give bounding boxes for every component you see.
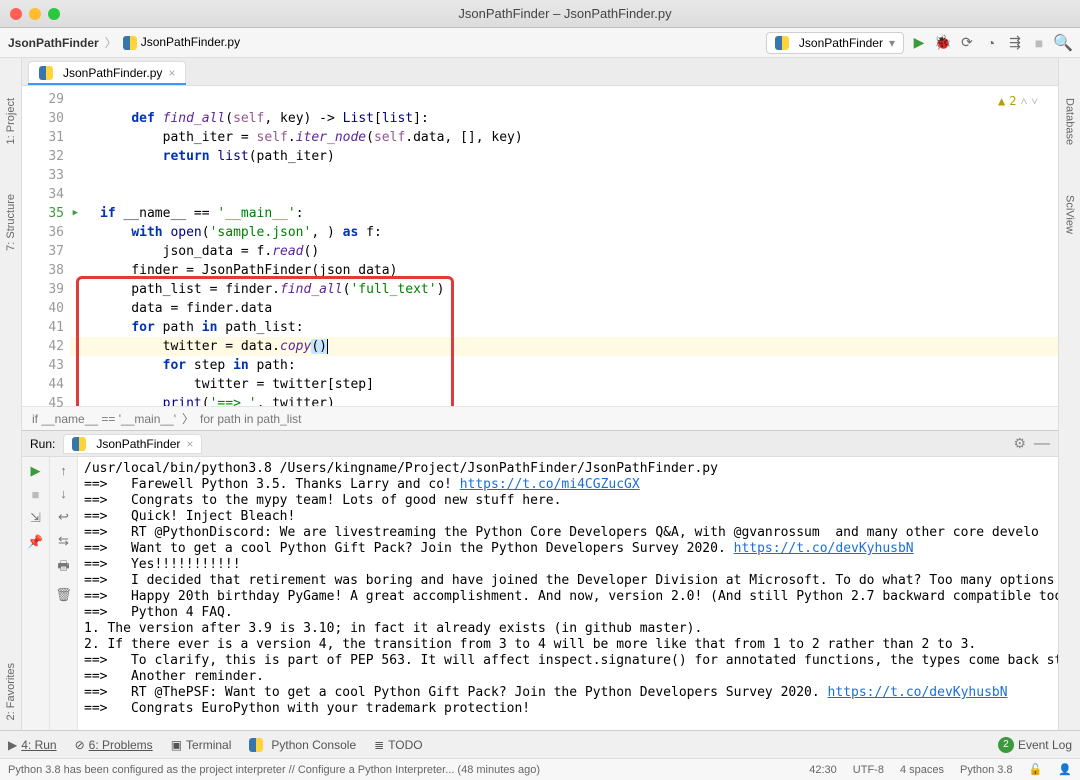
run-coverage-button[interactable]: ⟳ (958, 34, 976, 52)
stop-run-button[interactable]: ■ (32, 487, 40, 502)
search-button[interactable]: 🔍 (1054, 34, 1072, 52)
python-icon (72, 437, 86, 451)
left-tool-strip: 1: Project 7: Structure 2: Favorites (0, 58, 22, 730)
editor-tab[interactable]: JsonPathFinder.py × (28, 61, 186, 84)
run-panel-header: Run: JsonPathFinder × ⚙ — (22, 431, 1058, 457)
minimize-icon[interactable] (29, 8, 41, 20)
wrap-icon[interactable]: ↩ (58, 509, 69, 525)
concurrency-button[interactable]: ⇶ (1006, 34, 1024, 52)
event-badge: 2 (998, 737, 1014, 753)
run-panel-label: Run: (30, 437, 55, 451)
layout-button[interactable]: ⇲ (30, 510, 41, 526)
run-action-strip-2: ↑ ↓ ↩ ⇆ 🖶 🗑 (50, 457, 78, 730)
code-text[interactable]: def find_all(self, key) -> List[list]: p… (100, 90, 1058, 406)
zoom-icon[interactable] (48, 8, 60, 20)
chevron-right-icon: 〉 (182, 410, 194, 427)
caret-position[interactable]: 42:30 (809, 764, 837, 776)
python-console-tool-button[interactable]: Python Console (249, 738, 356, 752)
minimize-panel-icon[interactable]: — (1034, 435, 1050, 453)
editor-gutter: 2930313233343536373839404142434445 (22, 86, 70, 406)
print-icon[interactable]: 🖶 (57, 557, 69, 579)
trash-icon[interactable]: 🗑 (55, 587, 72, 603)
run-action-strip: ▶ ■ ⇲ 📌 (22, 457, 50, 730)
database-tool-button[interactable]: Database (1064, 98, 1076, 145)
status-message[interactable]: Python 3.8 has been configured as the pr… (8, 764, 540, 776)
python-icon (249, 738, 263, 752)
lock-icon[interactable]: 🔓 (1029, 763, 1043, 776)
run-tool-window: Run: JsonPathFinder × ⚙ — ▶ ■ ⇲ 📌 ↑ (22, 430, 1058, 730)
close-tab-icon[interactable]: × (168, 66, 175, 80)
right-tool-strip: Database SciView (1058, 58, 1080, 730)
chevron-right-icon: 〉 (105, 34, 117, 51)
structure-tool-button[interactable]: 7: Structure (5, 194, 17, 251)
interpreter-select[interactable]: Python 3.8 (960, 764, 1013, 776)
python-icon (39, 66, 53, 80)
editor-tab-label: JsonPathFinder.py (63, 66, 162, 80)
python-icon (775, 36, 789, 50)
traffic-lights[interactable] (10, 8, 60, 20)
favorites-tool-button[interactable]: 2: Favorites (5, 663, 17, 720)
warning-icon: ⊘ (75, 738, 85, 752)
sciview-tool-button[interactable]: SciView (1064, 195, 1076, 234)
chevron-down-icon: ▾ (889, 36, 895, 50)
scroll-down-icon[interactable]: ↓ (60, 486, 67, 501)
breadcrumb-project[interactable]: JsonPathFinder (8, 36, 99, 50)
run-button[interactable]: ▶ (910, 34, 928, 52)
code-breadcrumb[interactable]: if __name__ == '__main__' 〉 for path in … (22, 406, 1058, 430)
indent-select[interactable]: 4 spaces (900, 764, 944, 776)
todo-tool-button[interactable]: ≣TODO (374, 738, 423, 752)
soft-wrap-icon[interactable]: ⇆ (58, 533, 69, 549)
event-log-button[interactable]: 2Event Log (998, 737, 1072, 753)
gear-icon[interactable]: ⚙ (1013, 435, 1026, 452)
list-icon: ≣ (374, 738, 384, 752)
pin-button[interactable]: 📌 (27, 534, 43, 550)
window-title: JsonPathFinder – JsonPathFinder.py (60, 6, 1070, 21)
status-bar: Python 3.8 has been configured as the pr… (0, 758, 1080, 780)
inspector-icon[interactable]: 👤 (1058, 763, 1072, 776)
breadcrumb[interactable]: JsonPathFinder 〉 JsonPathFinder.py (8, 34, 240, 51)
terminal-tool-button[interactable]: ▣Terminal (171, 738, 232, 752)
breadcrumb-file[interactable]: JsonPathFinder.py (123, 35, 240, 50)
debug-button[interactable]: 🐞 (934, 34, 952, 52)
terminal-icon: ▣ (171, 738, 182, 752)
run-tool-button[interactable]: ▶4: Run (8, 738, 57, 752)
profile-button[interactable]: ◔ (982, 34, 1000, 52)
close-run-tab-icon[interactable]: × (186, 437, 193, 451)
project-tool-button[interactable]: 1: Project (5, 98, 17, 144)
stop-button[interactable]: ■ (1030, 34, 1048, 52)
code-editor[interactable]: 2930313233343536373839404142434445 ▲ 2 ˄… (22, 86, 1058, 406)
run-output[interactable]: /usr/local/bin/python3.8 /Users/kingname… (78, 457, 1058, 730)
editor-content[interactable]: ▲ 2 ˄ ˅ def find_all(self, key) -> List[… (70, 86, 1058, 406)
rerun-button[interactable]: ▶ (31, 463, 41, 479)
play-icon: ▶ (8, 738, 17, 752)
python-icon (123, 36, 137, 50)
problems-tool-button[interactable]: ⊘6: Problems (75, 738, 153, 752)
run-tab[interactable]: JsonPathFinder × (63, 434, 202, 454)
scroll-up-icon[interactable]: ↑ (60, 463, 67, 478)
close-icon[interactable] (10, 8, 22, 20)
encoding-select[interactable]: UTF-8 (853, 764, 884, 776)
titlebar: JsonPathFinder – JsonPathFinder.py (0, 0, 1080, 28)
nav-toolbar: JsonPathFinder 〉 JsonPathFinder.py JsonP… (0, 28, 1080, 58)
editor-tabs: JsonPathFinder.py × (22, 58, 1058, 86)
bottom-tool-bar: ▶4: Run ⊘6: Problems ▣Terminal Python Co… (0, 730, 1080, 758)
run-config-select[interactable]: JsonPathFinder ▾ (766, 32, 904, 54)
